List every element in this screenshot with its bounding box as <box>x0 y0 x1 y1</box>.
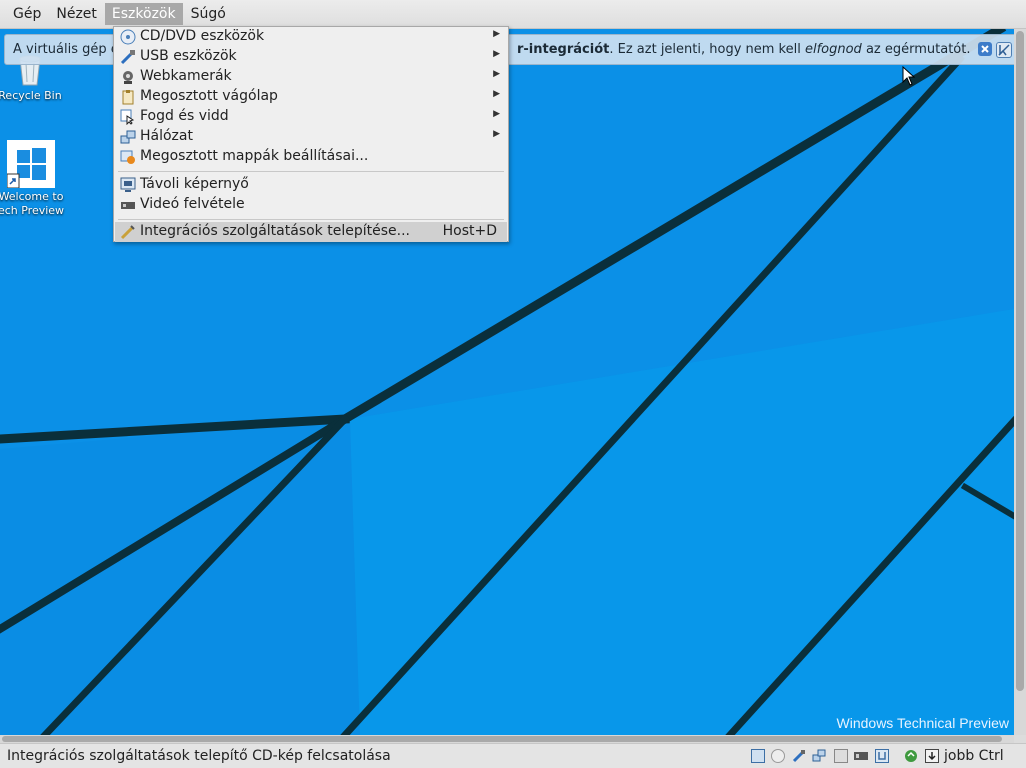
menu-item-label: Webkamerák <box>140 68 232 84</box>
menu-item-label: CD/DVD eszközök <box>140 28 265 44</box>
menu-item-label: Megosztott vágólap <box>140 88 278 104</box>
menu-item-webcams[interactable]: Webkamerák ▶ <box>115 67 507 87</box>
shared-folder-icon <box>120 149 136 165</box>
keyboard-capture-status-icon[interactable] <box>925 749 939 763</box>
display-status-icon[interactable] <box>854 749 868 763</box>
menu-item-label: Fogd és vidd <box>140 108 229 124</box>
close-notification-icon[interactable] <box>978 42 992 56</box>
notification-bold-text: r-integrációt <box>517 42 610 57</box>
menu-gep[interactable]: Gép <box>6 3 48 25</box>
welcome-label-line1: Welcome to <box>0 190 64 203</box>
notification-text: r-integrációt. Ez azt jelenti, hogy nem … <box>517 42 970 57</box>
drag-drop-icon <box>120 109 136 126</box>
status-bar: Integrációs szolgáltatások telepítő CD-k… <box>0 743 1026 768</box>
usb-status-icon[interactable] <box>792 749 806 763</box>
webcam-icon <box>120 69 136 85</box>
vertical-scrollbar[interactable] <box>1014 29 1026 735</box>
menu-item-usb-devices[interactable]: USB eszközök ▶ <box>115 47 507 67</box>
horizontal-scrollbar-thumb[interactable] <box>2 736 1002 742</box>
notification-end-text: az egérmutatót. <box>861 42 971 57</box>
vertical-scrollbar-thumb[interactable] <box>1016 31 1024 691</box>
submenu-arrow-icon: ▶ <box>493 129 500 139</box>
notification-middle-text: . Ez azt jelenti, hogy nem kell <box>609 42 805 57</box>
menu-nezet[interactable]: Nézet <box>49 3 104 25</box>
host-key-label: jobb Ctrl <box>944 748 1004 764</box>
menu-item-video-capture[interactable]: Videó felvétele <box>115 195 507 215</box>
notification-italic-text: elfognod <box>804 42 862 57</box>
menu-item-label: Integrációs szolgáltatások telepítése... <box>140 223 410 239</box>
menu-item-label: Távoli képernyő <box>140 176 249 192</box>
submenu-arrow-icon: ▶ <box>493 69 500 79</box>
menu-eszkozok[interactable]: Eszközök <box>104 3 183 25</box>
network-icon <box>120 129 136 145</box>
welcome-shortcut[interactable]: Welcome to ech Preview <box>0 140 66 218</box>
dont-show-again-icon[interactable] <box>996 42 1012 58</box>
menu-item-drag-and-drop[interactable]: Fogd és vidd ▶ <box>115 107 507 127</box>
menu-item-install-guest-additions[interactable]: Integrációs szolgáltatások telepítése...… <box>115 222 507 242</box>
optical-drive-status-icon[interactable] <box>771 749 785 763</box>
submenu-arrow-icon: ▶ <box>493 89 500 99</box>
menu-item-label: Megosztott mappák beállításai... <box>140 148 369 164</box>
menu-item-remote-display[interactable]: Távoli képernyő <box>115 175 507 195</box>
cd-icon <box>120 29 136 45</box>
hard-disk-status-icon[interactable] <box>751 749 765 763</box>
horizontal-scrollbar[interactable] <box>0 735 1014 743</box>
os-watermark: Windows Technical Preview <box>836 715 1009 731</box>
menu-bar: Gép Nézet Eszközök Súgó <box>0 0 1026 29</box>
notification-text-start: A virtuális gép é <box>13 42 119 57</box>
menu-item-shared-clipboard[interactable]: Megosztott vágólap ▶ <box>115 87 507 107</box>
menu-item-label: Hálózat <box>140 128 193 144</box>
network-status-icon[interactable] <box>812 749 826 763</box>
usb-icon <box>120 49 136 65</box>
menu-item-label: Videó felvétele <box>140 196 245 212</box>
mouse-pointer-icon <box>902 66 916 86</box>
submenu-arrow-icon: ▶ <box>493 29 500 39</box>
install-guest-additions-icon <box>120 224 136 240</box>
submenu-arrow-icon: ▶ <box>493 49 500 59</box>
menu-separator <box>118 171 504 172</box>
video-capture-status-icon[interactable] <box>875 749 889 763</box>
menu-sugo[interactable]: Súgó <box>184 3 233 25</box>
shared-folder-status-icon[interactable] <box>834 749 848 763</box>
menu-item-network[interactable]: Hálózat ▶ <box>115 127 507 147</box>
menu-item-label: USB eszközök <box>140 48 237 64</box>
welcome-label-line2: ech Preview <box>0 204 65 217</box>
video-capture-icon <box>120 197 136 213</box>
status-message: Integrációs szolgáltatások telepítő CD-k… <box>7 748 391 764</box>
menu-item-cd-dvd-devices[interactable]: CD/DVD eszközök ▶ <box>115 27 507 47</box>
menu-separator <box>118 219 504 220</box>
mouse-integration-status-icon[interactable] <box>904 749 918 763</box>
clipboard-icon <box>120 89 136 105</box>
tools-menu-dropdown: CD/DVD eszközök ▶ USB eszközök ▶ Webkame… <box>113 26 509 242</box>
menu-item-shared-folders-settings[interactable]: Megosztott mappák beállításai... <box>115 147 507 167</box>
submenu-arrow-icon: ▶ <box>493 109 500 119</box>
recycle-bin-label: Recycle Bin <box>0 89 62 102</box>
menu-item-shortcut: Host+D <box>442 223 497 239</box>
windows-logo-icon <box>7 140 55 188</box>
remote-display-icon <box>120 177 136 193</box>
